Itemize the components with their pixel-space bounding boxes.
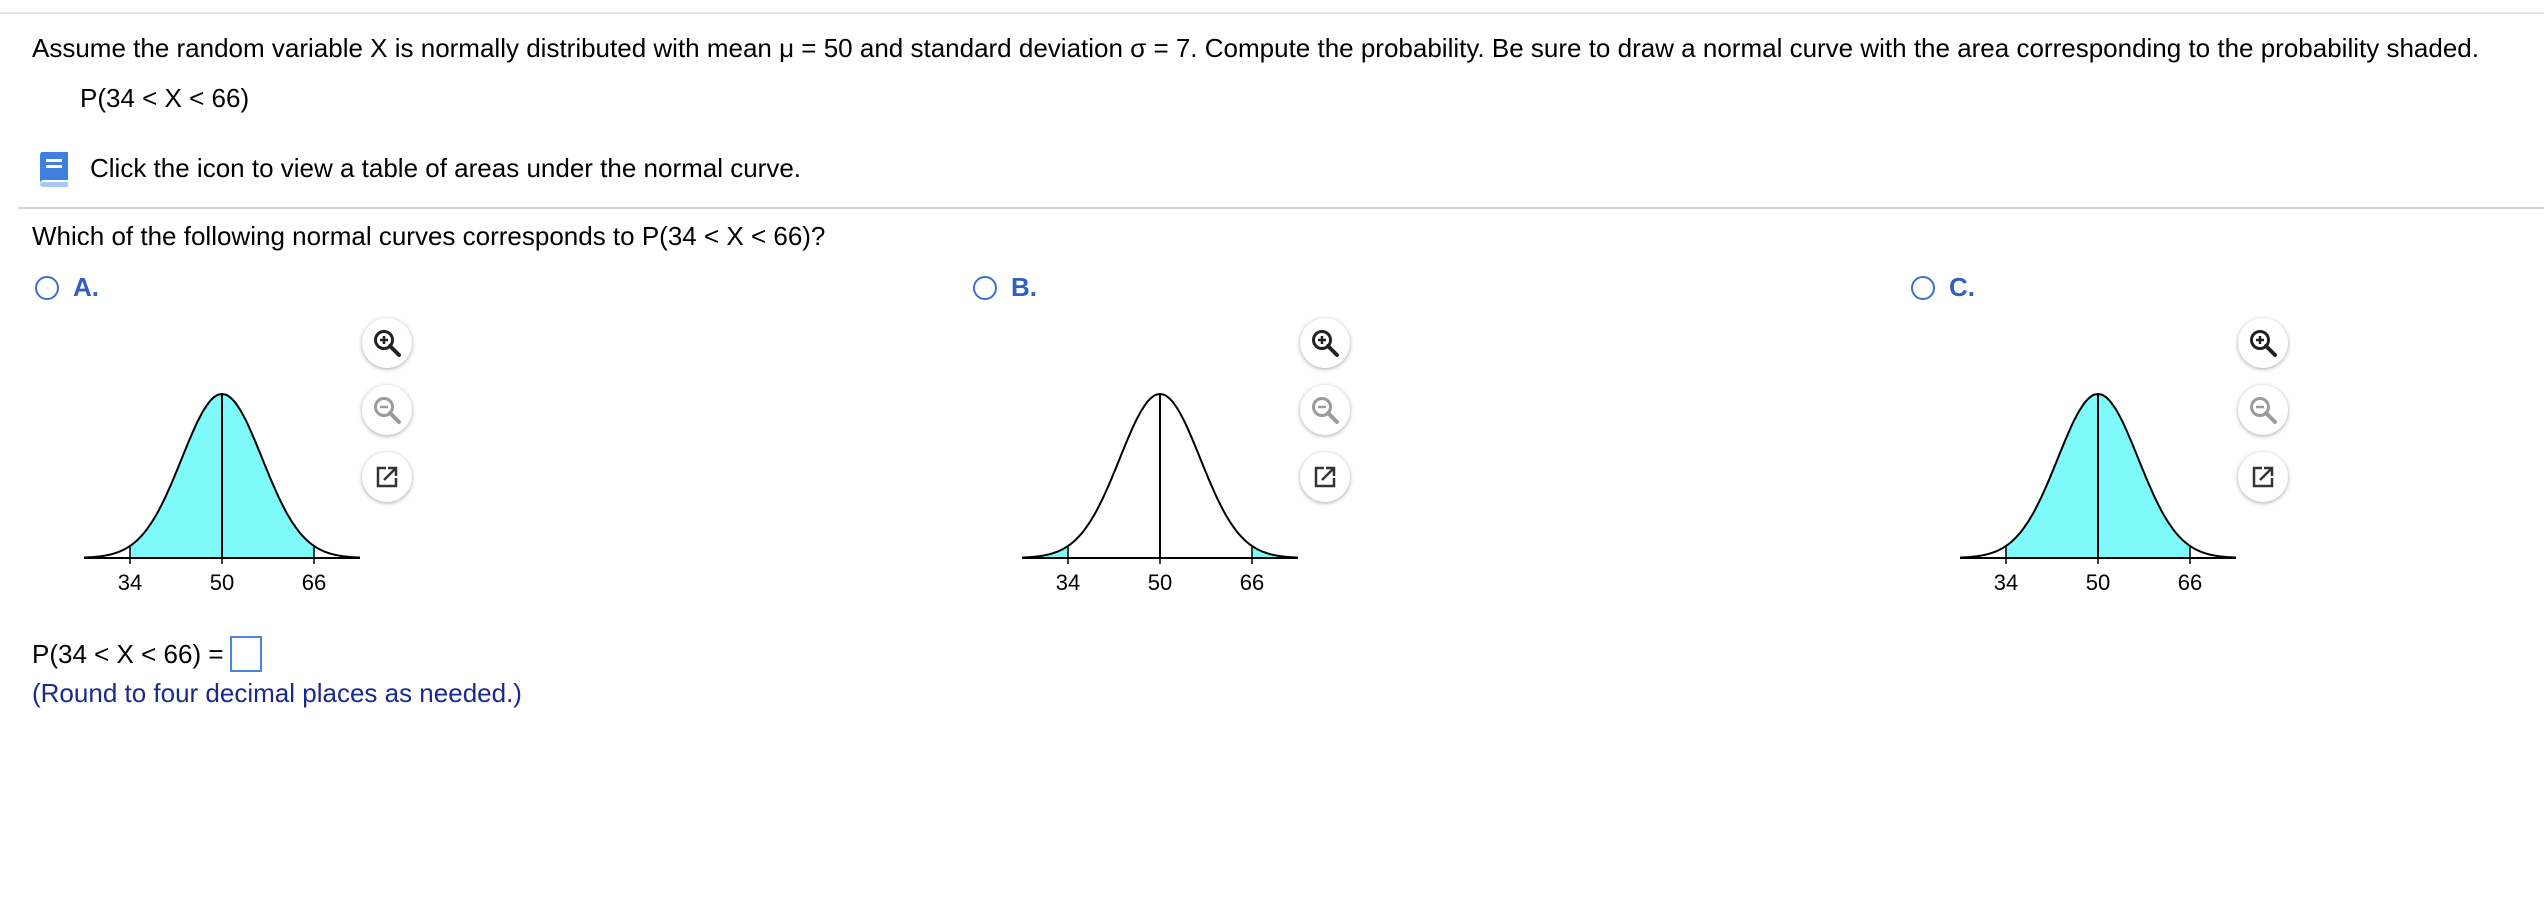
option-c-radio[interactable] <box>1911 275 1935 300</box>
option-c-tools <box>2238 318 2288 502</box>
tick-label: 34 <box>1994 570 2018 592</box>
tick-label: 50 <box>1148 570 1172 592</box>
option-b-radio[interactable] <box>973 275 997 300</box>
help-row: Click the icon to view a table of areas … <box>34 148 801 188</box>
book-icon[interactable] <box>34 148 74 188</box>
popout-icon[interactable] <box>362 452 412 502</box>
zoom-in-icon[interactable] <box>2238 318 2288 368</box>
option-a-chart: 34 50 66 <box>84 392 360 592</box>
section-divider <box>18 207 2544 209</box>
prompt-text: Which of the following normal curves cor… <box>32 221 826 251</box>
option-a-label: A. <box>73 272 99 302</box>
rounding-note: (Round to four decimal places as needed.… <box>32 678 522 708</box>
popout-icon[interactable] <box>1300 452 1350 502</box>
option-b[interactable]: B. <box>973 272 1037 303</box>
option-a-radio[interactable] <box>35 275 59 300</box>
tick-label: 50 <box>2086 570 2110 592</box>
zoom-out-icon[interactable] <box>1300 385 1350 435</box>
option-c[interactable]: C. <box>1911 272 1975 303</box>
zoom-in-icon[interactable] <box>362 318 412 368</box>
tick-label: 66 <box>1240 570 1264 592</box>
zoom-out-icon[interactable] <box>362 385 412 435</box>
option-c-label: C. <box>1949 272 1975 302</box>
help-link-text[interactable]: Click the icon to view a table of areas … <box>90 153 801 183</box>
tick-label: 66 <box>302 570 326 592</box>
answer-row: P(34 < X < 66) = <box>32 636 262 672</box>
option-a-tools <box>362 318 412 502</box>
option-a[interactable]: A. <box>35 272 99 303</box>
tick-label: 34 <box>1056 570 1080 592</box>
tick-label: 50 <box>210 570 234 592</box>
question-text: Assume the random variable X is normally… <box>32 33 2479 63</box>
option-b-label: B. <box>1011 272 1037 302</box>
top-divider <box>0 12 2544 14</box>
probability-expression: P(34 < X < 66) <box>80 83 250 113</box>
option-b-chart: 34 50 66 <box>1022 392 1298 592</box>
tick-label: 34 <box>118 570 142 592</box>
zoom-in-icon[interactable] <box>1300 318 1350 368</box>
option-c-chart: 34 50 66 <box>1960 392 2236 592</box>
answer-label: P(34 < X < 66) = <box>32 639 224 669</box>
answer-input[interactable] <box>229 636 262 672</box>
popout-icon[interactable] <box>2238 452 2288 502</box>
zoom-out-icon[interactable] <box>2238 385 2288 435</box>
option-b-tools <box>1300 318 1350 502</box>
tick-label: 66 <box>2178 570 2202 592</box>
